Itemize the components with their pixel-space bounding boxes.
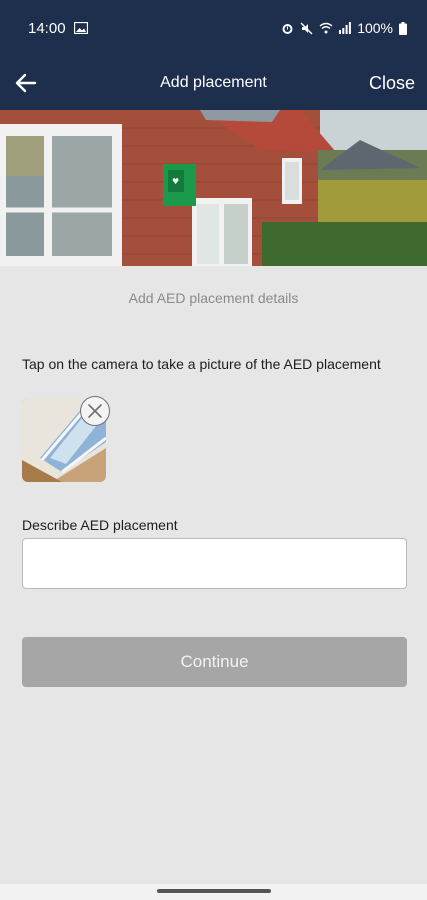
status-right: 100% [281, 20, 407, 36]
remove-photo-button[interactable] [80, 396, 110, 426]
continue-button[interactable]: Continue [22, 637, 407, 687]
status-left: 14:00 [28, 20, 88, 37]
battery-percent: 100% [357, 20, 393, 36]
status-time: 14:00 [28, 19, 66, 37]
mute-icon [300, 21, 313, 35]
placement-photo: ♥ [0, 110, 427, 266]
close-button[interactable]: Close [369, 73, 415, 94]
home-indicator[interactable] [157, 889, 271, 893]
image-icon [73, 22, 88, 34]
svg-text:♥: ♥ [172, 177, 179, 186]
photo-instruction: Tap on the camera to take a picture of t… [22, 356, 381, 372]
status-bar: 14:00 100% [0, 0, 427, 56]
app-bar: Add placement Close [0, 56, 427, 110]
page-title: Add placement [160, 74, 267, 91]
wifi-icon [319, 22, 333, 34]
close-icon [88, 404, 102, 418]
description-label: Describe AED placement [22, 517, 178, 533]
section-subtitle: Add AED placement details [128, 290, 299, 306]
battery-icon [399, 21, 407, 35]
alarm-icon [281, 22, 294, 35]
arrow-left-icon [15, 73, 37, 93]
signal-icon [339, 22, 352, 34]
description-input[interactable] [22, 538, 407, 589]
back-button[interactable] [14, 71, 38, 95]
